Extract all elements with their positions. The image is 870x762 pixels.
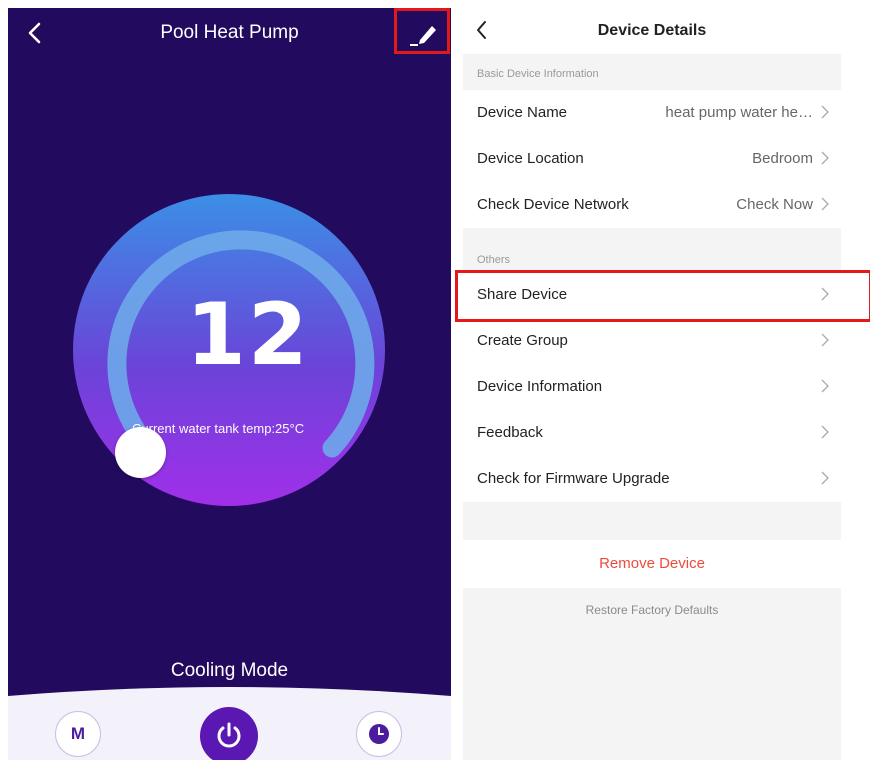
chevron-right-icon bbox=[821, 197, 829, 211]
row-label: Feedback bbox=[477, 424, 543, 441]
left-header: Pool Heat Pump bbox=[8, 8, 451, 58]
row-value: Bedroom bbox=[752, 150, 813, 167]
temperature-slider-knob[interactable] bbox=[115, 427, 166, 478]
share-device-highlight bbox=[455, 270, 870, 322]
power-button[interactable] bbox=[200, 707, 258, 760]
section-label-basic: Basic Device Information bbox=[477, 68, 599, 80]
page-title: Device Details bbox=[597, 22, 707, 39]
page-title: Pool Heat Pump bbox=[160, 22, 299, 43]
temperature-unit: °C bbox=[280, 302, 296, 318]
row-label: Device Location bbox=[477, 150, 584, 167]
right-header: Device Details bbox=[463, 8, 841, 54]
chevron-right-icon bbox=[821, 151, 829, 165]
row-label: Device Name bbox=[477, 104, 568, 121]
chevron-right-icon bbox=[821, 425, 829, 439]
chevron-right-icon bbox=[821, 105, 829, 119]
restore-factory-defaults-button[interactable]: Restore Factory Defaults bbox=[463, 603, 841, 617]
row-label: Device Information bbox=[477, 378, 603, 395]
row-value: heat pump water he… bbox=[665, 104, 813, 121]
device-location-row[interactable]: Device Location Bedroom bbox=[463, 136, 841, 182]
chevron-right-icon bbox=[821, 379, 829, 393]
chevron-right-icon bbox=[821, 333, 829, 347]
feedback-row[interactable]: Feedback bbox=[463, 410, 841, 456]
power-icon bbox=[217, 722, 241, 748]
row-label: Check for Firmware Upgrade bbox=[477, 470, 670, 487]
mode-label: Cooling Mode bbox=[170, 660, 289, 681]
row-label: Create Group bbox=[477, 332, 568, 349]
device-name-row[interactable]: Device Name heat pump water he… bbox=[463, 90, 841, 136]
device-details-panel: Device Details Basic Device Information … bbox=[463, 8, 841, 760]
timer-button[interactable] bbox=[356, 711, 402, 757]
chevron-right-icon bbox=[821, 471, 829, 485]
device-information-row[interactable]: Device Information bbox=[463, 364, 841, 410]
remove-device-label: Remove Device bbox=[599, 555, 705, 572]
heat-pump-control-panel: 12 °C Current water tank temp:25°C Pool … bbox=[8, 8, 451, 760]
firmware-upgrade-row[interactable]: Check for Firmware Upgrade bbox=[463, 456, 841, 502]
edit-pencil-icon bbox=[410, 26, 436, 46]
mode-button[interactable]: M bbox=[55, 711, 101, 757]
row-label: Check Device Network bbox=[477, 196, 629, 213]
row-value: Check Now bbox=[736, 196, 813, 213]
section-label-others: Others bbox=[477, 254, 511, 266]
temperature-dial: 12 °C Current water tank temp:25°C bbox=[8, 8, 451, 668]
edit-button[interactable] bbox=[394, 8, 450, 54]
clock-icon bbox=[369, 724, 389, 744]
create-group-row[interactable]: Create Group bbox=[463, 318, 841, 364]
remove-device-button[interactable]: Remove Device bbox=[463, 540, 841, 588]
check-network-row[interactable]: Check Device Network Check Now bbox=[463, 182, 841, 228]
